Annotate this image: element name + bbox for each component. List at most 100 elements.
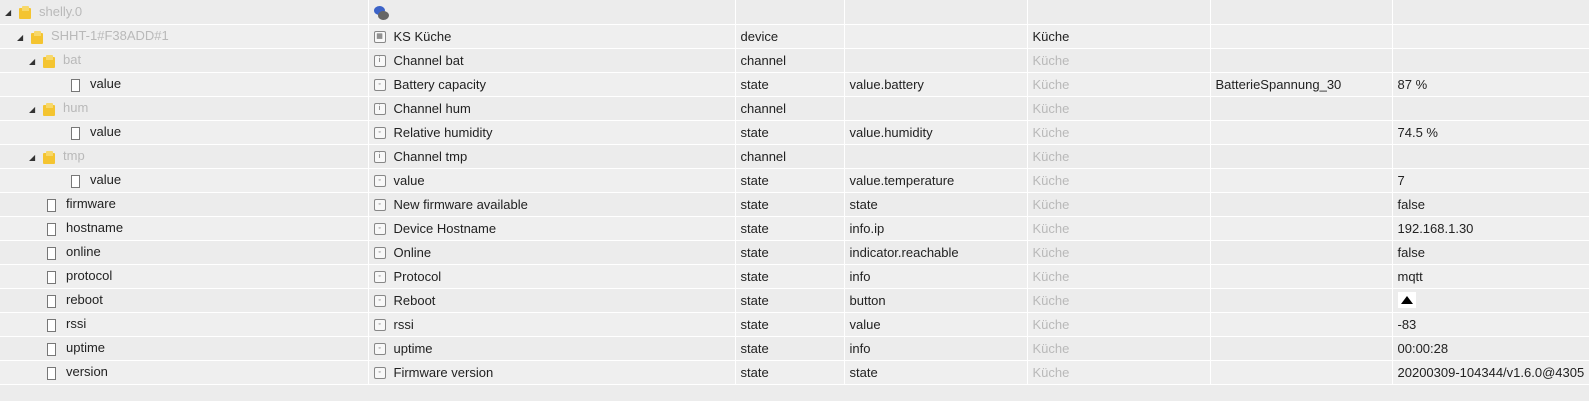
function-cell[interactable] xyxy=(1210,24,1393,49)
name-cell[interactable]: ▦ KS Küche xyxy=(368,24,736,49)
role-cell[interactable]: state xyxy=(844,360,1028,385)
tree-row[interactable]: hostname ◦ Device Hostname state info.ip Küch… xyxy=(0,216,1589,241)
name-cell[interactable]: ◦ Relative humidity xyxy=(368,120,736,145)
name-cell[interactable]: i Channel bat xyxy=(368,48,736,73)
value-cell[interactable]: 20200309-104344/v1.6.0@4305 xyxy=(1392,360,1589,385)
room-cell[interactable]: Küche xyxy=(1027,312,1211,337)
value-cell[interactable] xyxy=(1392,48,1589,73)
tree-row[interactable]: ◢ shelly.0 xyxy=(0,0,1589,25)
function-cell[interactable] xyxy=(1210,120,1393,145)
value-cell[interactable]: 7 xyxy=(1392,168,1589,193)
value-cell[interactable]: 87 % xyxy=(1392,72,1589,97)
role-cell[interactable]: value.humidity xyxy=(844,120,1028,145)
function-cell[interactable] xyxy=(1210,264,1393,289)
function-cell[interactable] xyxy=(1210,96,1393,121)
room-cell[interactable]: Küche xyxy=(1027,24,1211,49)
id-cell[interactable]: version xyxy=(0,360,369,385)
room-cell[interactable]: Küche xyxy=(1027,216,1211,241)
name-cell[interactable]: i Channel tmp xyxy=(368,144,736,169)
tree-row[interactable]: firmware ◦ New firmware available state stat… xyxy=(0,192,1589,217)
function-cell[interactable] xyxy=(1210,0,1393,25)
room-cell[interactable]: Küche xyxy=(1027,120,1211,145)
name-cell[interactable]: ◦ Protocol xyxy=(368,264,736,289)
room-cell[interactable]: Küche xyxy=(1027,240,1211,265)
value-cell[interactable]: mqtt xyxy=(1392,264,1589,289)
id-cell[interactable]: reboot xyxy=(0,288,369,313)
id-cell[interactable]: value xyxy=(0,120,369,145)
function-cell[interactable] xyxy=(1210,48,1393,73)
role-cell[interactable] xyxy=(844,48,1028,73)
id-cell[interactable]: ◢ shelly.0 xyxy=(0,0,369,25)
type-cell[interactable]: channel xyxy=(735,48,845,73)
id-cell[interactable]: value xyxy=(0,168,369,193)
id-cell[interactable]: ◢ SHHT-1#F38ADD#1 xyxy=(0,24,369,49)
function-cell[interactable]: BatterieSpannung_30 xyxy=(1210,72,1393,97)
name-cell[interactable]: ◦ uptime xyxy=(368,336,736,361)
role-cell[interactable] xyxy=(844,24,1028,49)
room-cell[interactable]: Küche xyxy=(1027,168,1211,193)
id-cell[interactable]: firmware xyxy=(0,192,369,217)
name-cell[interactable]: ◦ New firmware available xyxy=(368,192,736,217)
value-cell[interactable] xyxy=(1392,24,1589,49)
value-cell[interactable] xyxy=(1392,288,1589,313)
function-cell[interactable] xyxy=(1210,192,1393,217)
type-cell[interactable]: state xyxy=(735,72,845,97)
id-cell[interactable]: ◢ tmp xyxy=(0,144,369,169)
id-cell[interactable]: protocol xyxy=(0,264,369,289)
value-cell[interactable] xyxy=(1392,0,1589,25)
role-cell[interactable]: info xyxy=(844,336,1028,361)
tree-row[interactable]: version ◦ Firmware version state state Küche 2… xyxy=(0,360,1589,385)
role-cell[interactable]: value.temperature xyxy=(844,168,1028,193)
tree-row[interactable]: ◢ tmp i Channel tmp channel Küche xyxy=(0,144,1589,169)
expand-toggle-icon[interactable]: ◢ xyxy=(29,57,39,66)
type-cell[interactable] xyxy=(735,0,845,25)
tree-row[interactable]: ◢ SHHT-1#F38ADD#1 ▦ KS Küche device Küche xyxy=(0,24,1589,49)
id-cell[interactable]: rssi xyxy=(0,312,369,337)
type-cell[interactable]: state xyxy=(735,120,845,145)
type-cell[interactable]: device xyxy=(735,24,845,49)
value-cell[interactable]: 192.168.1.30 xyxy=(1392,216,1589,241)
name-cell[interactable]: ◦ Device Hostname xyxy=(368,216,736,241)
function-cell[interactable] xyxy=(1210,216,1393,241)
room-cell[interactable]: Küche xyxy=(1027,192,1211,217)
reboot-trigger-button[interactable] xyxy=(1397,292,1416,309)
id-cell[interactable]: uptime xyxy=(0,336,369,361)
name-cell[interactable]: ◦ Online xyxy=(368,240,736,265)
type-cell[interactable]: state xyxy=(735,360,845,385)
expand-toggle-icon[interactable]: ◢ xyxy=(29,153,39,162)
value-cell[interactable]: 74.5 % xyxy=(1392,120,1589,145)
name-cell[interactable]: ◦ Battery capacity xyxy=(368,72,736,97)
function-cell[interactable] xyxy=(1210,312,1393,337)
function-cell[interactable] xyxy=(1210,336,1393,361)
tree-row[interactable]: reboot ◦ Reboot state button Küche xyxy=(0,288,1589,313)
type-cell[interactable]: state xyxy=(735,192,845,217)
function-cell[interactable] xyxy=(1210,144,1393,169)
room-cell[interactable]: Küche xyxy=(1027,336,1211,361)
type-cell[interactable]: state xyxy=(735,168,845,193)
id-cell[interactable]: hostname xyxy=(0,216,369,241)
name-cell[interactable]: ◦ rssi xyxy=(368,312,736,337)
value-cell[interactable]: false xyxy=(1392,240,1589,265)
function-cell[interactable] xyxy=(1210,168,1393,193)
room-cell[interactable]: Küche xyxy=(1027,264,1211,289)
tree-row[interactable]: online ◦ Online state indicator.reachable Küc… xyxy=(0,240,1589,265)
role-cell[interactable]: info xyxy=(844,264,1028,289)
type-cell[interactable]: state xyxy=(735,240,845,265)
function-cell[interactable] xyxy=(1210,360,1393,385)
room-cell[interactable]: Küche xyxy=(1027,144,1211,169)
role-cell[interactable] xyxy=(844,96,1028,121)
value-cell[interactable]: false xyxy=(1392,192,1589,217)
room-cell[interactable]: Küche xyxy=(1027,288,1211,313)
room-cell[interactable] xyxy=(1027,0,1211,25)
role-cell[interactable] xyxy=(844,0,1028,25)
id-cell[interactable]: ◢ hum xyxy=(0,96,369,121)
tree-row[interactable]: value ◦ Relative humidity state value.humidi… xyxy=(0,120,1589,145)
type-cell[interactable]: state xyxy=(735,312,845,337)
type-cell[interactable]: state xyxy=(735,216,845,241)
tree-row[interactable]: value ◦ Battery capacity state value.battery… xyxy=(0,72,1589,97)
role-cell[interactable]: info.ip xyxy=(844,216,1028,241)
tree-row[interactable]: ◢ bat i Channel bat channel Küche xyxy=(0,48,1589,73)
value-cell[interactable] xyxy=(1392,144,1589,169)
expand-toggle-icon[interactable]: ◢ xyxy=(29,105,39,114)
value-cell[interactable] xyxy=(1392,96,1589,121)
